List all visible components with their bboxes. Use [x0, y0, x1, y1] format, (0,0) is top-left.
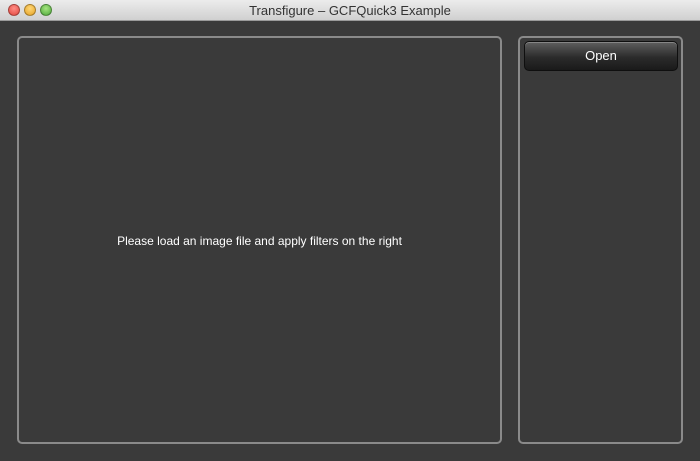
filters-sidebar: Open: [518, 36, 683, 444]
app-window: Transfigure – GCFQuick3 Example Please l…: [0, 0, 700, 461]
title-bar[interactable]: Transfigure – GCFQuick3 Example: [0, 0, 700, 21]
empty-canvas-message: Please load an image file and apply filt…: [117, 234, 402, 248]
window-title: Transfigure – GCFQuick3 Example: [249, 3, 451, 18]
open-button[interactable]: Open: [524, 41, 678, 71]
image-canvas-panel: Please load an image file and apply filt…: [17, 36, 502, 444]
